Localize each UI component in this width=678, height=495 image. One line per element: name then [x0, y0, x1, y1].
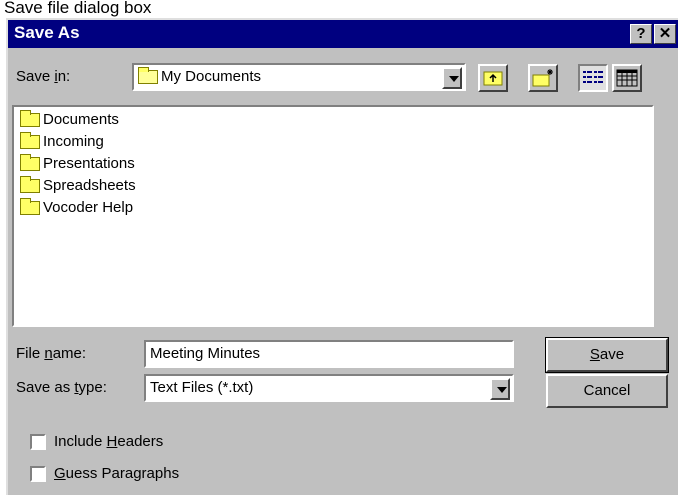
- close-button[interactable]: ✕: [654, 24, 676, 44]
- guess-paragraphs-checkbox[interactable]: [30, 466, 46, 482]
- folder-icon: [20, 132, 40, 150]
- guess-paragraphs-label[interactable]: Guess Paragraphs: [54, 465, 179, 482]
- include-headers-checkbox[interactable]: [30, 434, 46, 450]
- chevron-down-icon[interactable]: [490, 378, 510, 400]
- save-as-type-label: Save as type:: [16, 379, 107, 396]
- dialog-title: Save As: [14, 23, 80, 42]
- file-name-field[interactable]: Meeting Minutes: [144, 340, 514, 368]
- cancel-button[interactable]: Cancel: [546, 374, 668, 408]
- open-folder-icon: [138, 67, 158, 85]
- title-bar[interactable]: Save As ? ✕: [8, 20, 678, 48]
- folder-icon: [20, 198, 40, 216]
- list-view-icon: [583, 71, 603, 83]
- file-list[interactable]: Documents Incoming Presentations Spreads…: [12, 105, 654, 327]
- caption: Save file dialog box: [4, 0, 152, 17]
- save-button[interactable]: Save: [545, 337, 669, 373]
- save-as-dialog: Save As ? ✕ Save in: My Documents Docume…: [6, 18, 678, 495]
- details-view-icon: [616, 69, 638, 87]
- new-folder-icon: [532, 69, 553, 87]
- save-in-value: My Documents: [161, 68, 262, 85]
- list-item[interactable]: Incoming: [20, 132, 104, 155]
- include-headers-label[interactable]: Include Headers: [54, 433, 163, 450]
- list-item[interactable]: Presentations: [20, 154, 135, 177]
- up-one-level-icon: [483, 71, 503, 86]
- details-view-button[interactable]: [612, 64, 642, 92]
- file-name-value: Meeting Minutes: [150, 345, 261, 362]
- list-item[interactable]: Spreadsheets: [20, 176, 136, 199]
- folder-icon: [20, 154, 40, 172]
- file-name-label: File name:: [16, 345, 87, 362]
- folder-icon: [20, 176, 40, 194]
- list-view-button[interactable]: [578, 64, 608, 92]
- list-item[interactable]: Documents: [20, 110, 119, 133]
- save-in-label: Save in:: [16, 68, 71, 85]
- list-item[interactable]: Vocoder Help: [20, 198, 133, 221]
- new-folder-button[interactable]: [528, 64, 558, 92]
- folder-icon: [20, 110, 40, 128]
- chevron-down-icon[interactable]: [442, 67, 462, 89]
- save-in-dropdown[interactable]: My Documents: [132, 63, 466, 91]
- help-button[interactable]: ?: [630, 24, 652, 44]
- save-as-type-dropdown[interactable]: Text Files (*.txt): [144, 374, 514, 402]
- save-as-type-value: Text Files (*.txt): [150, 379, 254, 396]
- up-one-level-button[interactable]: [478, 64, 508, 92]
